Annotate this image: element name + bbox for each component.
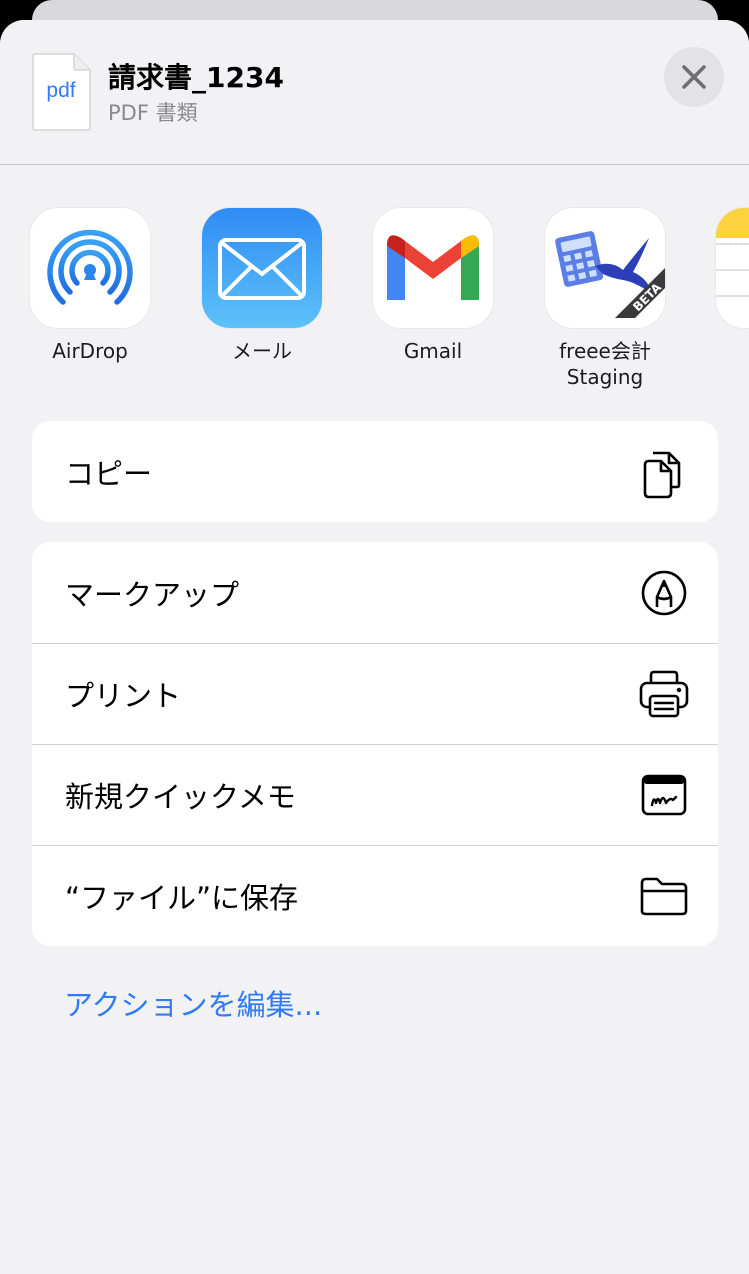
- app-label: freee会計 Staging: [559, 339, 651, 389]
- pdf-file-icon: pdf: [32, 53, 92, 131]
- action-label: マークアップ: [65, 577, 240, 612]
- action-label: コピー: [65, 456, 153, 491]
- action-group-main: マークアップ プリント 新規クイックメモ “ファイル”に保存: [32, 542, 718, 946]
- folder-icon: [638, 870, 690, 922]
- share-sheet-header: pdf 請求書_1234 PDF 書類: [0, 20, 749, 165]
- mail-icon: [202, 208, 322, 328]
- quick-note-icon: [638, 769, 690, 821]
- app-label: Gmail: [403, 339, 463, 363]
- action-label: プリント: [65, 679, 182, 713]
- markup-icon: [638, 567, 690, 619]
- action-group-copy: コピー: [32, 421, 718, 522]
- freee-staging-icon: BETA: [545, 208, 665, 328]
- file-type: PDF 書類: [108, 101, 198, 125]
- app-label: メール: [232, 339, 292, 363]
- action-copy[interactable]: コピー: [32, 421, 718, 522]
- action-label: “ファイル”に保存: [65, 881, 299, 915]
- app-label: AirDrop: [52, 339, 128, 363]
- action-save-to-files[interactable]: “ファイル”に保存: [32, 845, 718, 946]
- file-title: 請求書_1234: [108, 61, 284, 94]
- notes-icon: [716, 208, 749, 328]
- action-label: 新規クイックメモ: [65, 780, 296, 814]
- copy-icon: [638, 446, 690, 498]
- app-share-row: AirDrop メール Gmail BETA freee会計 Staging: [0, 208, 749, 408]
- close-icon: [682, 65, 706, 89]
- gmail-icon: [373, 208, 493, 328]
- edit-actions-link[interactable]: アクションを編集...: [64, 982, 322, 1024]
- airdrop-icon: [30, 208, 150, 328]
- action-quick-note[interactable]: 新規クイックメモ: [32, 744, 718, 845]
- close-button[interactable]: [664, 47, 724, 107]
- share-sheet: pdf 請求書_1234 PDF 書類 AirDrop メール Gmail BE…: [0, 20, 749, 1274]
- printer-icon: [638, 668, 690, 720]
- pdf-icon-text: pdf: [46, 79, 76, 102]
- action-print[interactable]: プリント: [32, 643, 718, 744]
- action-markup[interactable]: マークアップ: [32, 542, 718, 643]
